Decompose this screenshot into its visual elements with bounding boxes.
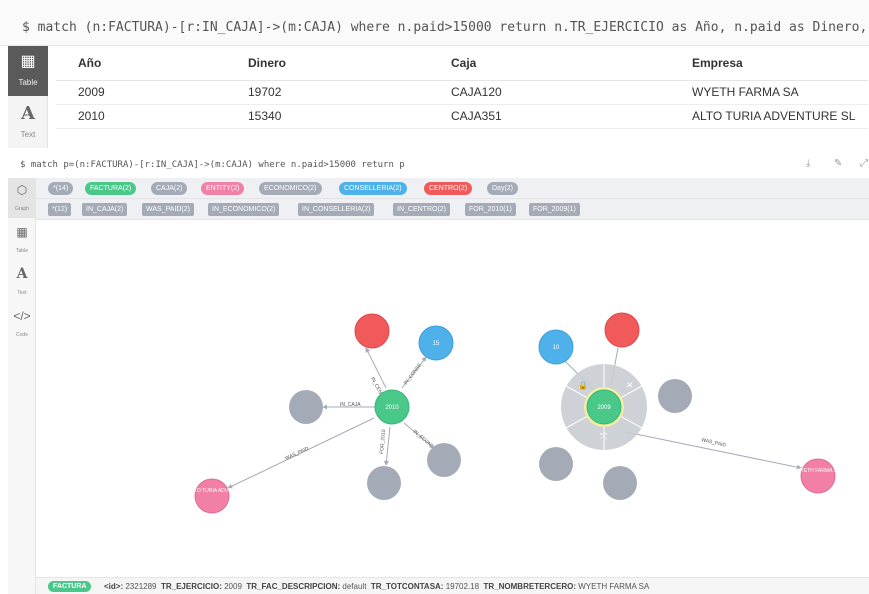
- table-view-button[interactable]: ▦ Table: [8, 46, 48, 96]
- table-row: 2010 15340 CAJA351 ALTO TURIA ADVENTURE …: [56, 104, 868, 129]
- table-icon: ▦: [16, 225, 28, 239]
- prop-value: WYETH FARMA SA: [578, 582, 650, 591]
- table-icon: ▦: [20, 53, 36, 70]
- expand-icon[interactable]: ⤢: [860, 158, 868, 169]
- column-header: Dinero: [226, 46, 429, 81]
- prop-value: 2321289: [125, 582, 157, 591]
- prop-value: default: [342, 582, 367, 591]
- prop-value: 19702.18: [445, 582, 480, 591]
- caja-node[interactable]: [289, 390, 323, 424]
- rel-type-tag[interactable]: IN_ECONOMICO(2): [208, 203, 280, 216]
- query-bar-2[interactable]: $ match p=(n:FACTURA)-[r:IN_CAJA]->(m:CA…: [8, 152, 869, 178]
- column-header: Empresa: [670, 46, 868, 81]
- prop-value: 2009: [224, 582, 242, 591]
- rel-type-tag[interactable]: FOR_2010(1): [465, 203, 516, 216]
- table-cell: 2010: [56, 104, 226, 129]
- rel-type-tag[interactable]: FOR_2009(1): [529, 203, 580, 216]
- pin-icon[interactable]: ✎: [834, 158, 842, 169]
- text-icon: A: [21, 103, 35, 124]
- economico-node[interactable]: [427, 443, 461, 477]
- table-cell: CAJA120: [429, 80, 670, 105]
- column-header: Caja: [429, 46, 670, 81]
- centro-node[interactable]: [354, 313, 390, 349]
- entity-node-2[interactable]: [800, 458, 836, 494]
- table-cell: ALTO TURIA ADVENTURE SL: [670, 104, 868, 129]
- expand-node-icon[interactable]: ⤧: [600, 431, 607, 441]
- query-bar-1[interactable]: $ match (n:FACTURA)-[r:IN_CAJA]->(m:CAJA…: [0, 0, 869, 46]
- graph-view-button[interactable]: ⬡ Graph: [8, 178, 36, 218]
- table-cell: 19702: [226, 80, 429, 105]
- economico-node-2[interactable]: [539, 447, 573, 481]
- node-caption: ALTO TURIA ADVE...: [188, 488, 236, 494]
- graph-nodes-left: 2010 15 ALTO TURIA ADVE...: [188, 313, 461, 514]
- query-text-1: $ match (n:FACTURA)-[r:IN_CAJA]->(m:CAJA…: [22, 20, 867, 35]
- node-caption: 15: [433, 341, 440, 347]
- text-icon: A: [16, 266, 28, 282]
- edge-label: FOR_2010: [379, 429, 387, 454]
- text-view-button[interactable]: A Text: [8, 98, 48, 148]
- rel-type-tag[interactable]: IN_CONSELLERIA(2): [298, 203, 375, 216]
- graph-icon: ⬡: [16, 183, 28, 197]
- lock-icon[interactable]: 🔒: [578, 381, 588, 390]
- code-icon: </>: [13, 309, 31, 323]
- relationship-type-legend: *(12) IN_CAJA(2) WAS_PAID(2) IN_ECONOMIC…: [36, 199, 869, 220]
- node-caption: WYETH FARMA SA: [796, 468, 841, 474]
- results-table: Año Dinero Caja Empresa 2009 19702 CAJA1…: [56, 46, 868, 129]
- text-view-button-2[interactable]: A Text: [8, 262, 36, 302]
- table-cell: WYETH FARMA SA: [670, 80, 868, 105]
- edge-label: IN_CAJA: [340, 402, 361, 408]
- remove-icon[interactable]: ✕: [626, 380, 634, 390]
- table-cell: 2009: [56, 80, 226, 105]
- property-list: <id>: 2321289 TR_EJERCICIO: 2009 TR_FAC_…: [104, 582, 649, 591]
- prop-key: TR_TOTCONTASA:: [370, 582, 444, 591]
- node-caption: 2009: [597, 405, 611, 411]
- node-caption: 10: [553, 345, 560, 351]
- table-header-row: Año Dinero Caja Empresa: [56, 46, 868, 81]
- result-view-nav-2: ⬡ Graph ▦ Table A Text </> Code: [8, 178, 36, 594]
- download-icon[interactable]: ⤓: [806, 158, 810, 169]
- edge-labels-right: WAS_PAID: [701, 437, 727, 449]
- table-cell: 15340: [226, 104, 429, 129]
- edge-label: IN_CONSE...: [403, 359, 426, 386]
- graph-nodes-right: 10 WYETH FARMA SA 🔒 ✕ ⤧ 2009: [538, 312, 841, 500]
- edge-label: WAS_PAID: [701, 437, 727, 449]
- day-node[interactable]: [367, 466, 401, 500]
- neo4j-browser: $ match (n:FACTURA)-[r:IN_CAJA]->(m:CAJA…: [0, 0, 869, 594]
- code-view-button[interactable]: </> Code: [8, 304, 36, 344]
- inspector-footer: FACTURA <id>: 2321289 TR_EJERCICIO: 2009…: [36, 577, 869, 594]
- rel-type-tag[interactable]: IN_CENTRO(2): [393, 203, 451, 216]
- node-label-pill[interactable]: ENTITY(2): [201, 182, 245, 195]
- rel-type-tag[interactable]: WAS_PAID(2): [142, 203, 194, 216]
- column-header: Año: [56, 46, 226, 81]
- node-label-pill[interactable]: CONSELLERIA(2): [339, 182, 407, 195]
- edge-was-paid-2[interactable]: [625, 431, 802, 470]
- result-view-nav-1: ▦ Table A Text: [8, 46, 48, 148]
- edge-label: IN_ECON...: [412, 429, 436, 451]
- rel-type-tag[interactable]: *(12): [48, 203, 72, 216]
- graph-canvas[interactable]: IN_CAJA IN_CENTRO IN_CONSE... IN_ECON...…: [36, 220, 869, 576]
- footer-label-pill[interactable]: FACTURA: [48, 581, 92, 592]
- prop-key: TR_NOMBRETERCERO:: [483, 582, 576, 591]
- node-label-pill[interactable]: CAJA(2): [151, 182, 188, 195]
- prop-key: TR_FAC_DESCRIPCION:: [246, 582, 341, 591]
- query-text-2: $ match p=(n:FACTURA)-[r:IN_CAJA]->(m:CA…: [20, 160, 405, 170]
- day-node-2[interactable]: [603, 466, 637, 500]
- rel-type-tag[interactable]: IN_CAJA(2): [82, 203, 128, 216]
- prop-key: TR_EJERCICIO:: [160, 582, 222, 591]
- entity-node[interactable]: [194, 478, 230, 514]
- table-row: 2009 19702 CAJA120 WYETH FARMA SA: [56, 80, 868, 105]
- prop-key: <id>:: [104, 582, 124, 591]
- table-cell: CAJA351: [429, 104, 670, 129]
- centro-node-2[interactable]: [604, 312, 640, 348]
- node-label-pill[interactable]: ECONOMICO(2): [259, 182, 322, 195]
- caja-node-2[interactable]: [658, 379, 692, 413]
- node-label-pill[interactable]: CENTRO(2): [424, 182, 473, 195]
- node-label-legend: *(14) FACTURA(2) CAJA(2) ENTITY(2) ECONO…: [36, 178, 869, 199]
- node-label-pill[interactable]: *(14): [48, 182, 74, 195]
- node-label-pill[interactable]: Day(2): [487, 182, 519, 195]
- table-view-button-2[interactable]: ▦ Table: [8, 220, 36, 260]
- edge-label: WAS_PAID: [284, 446, 310, 462]
- node-label-pill[interactable]: FACTURA(2): [85, 182, 137, 195]
- node-caption: 2010: [385, 405, 399, 411]
